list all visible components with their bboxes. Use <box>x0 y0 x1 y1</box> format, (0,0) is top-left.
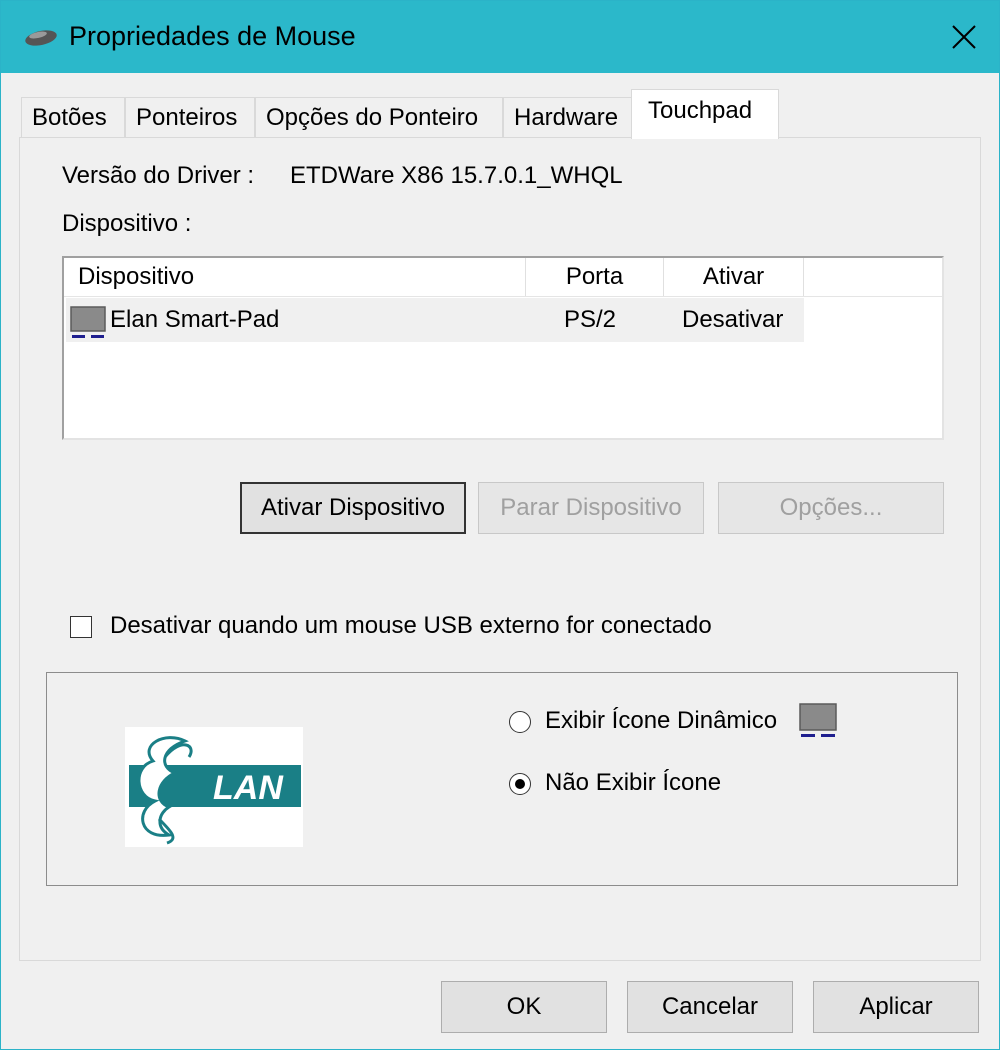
window-title: Propriedades de Mouse <box>69 21 356 51</box>
column-header-enable[interactable]: Ativar <box>664 258 804 296</box>
driver-version-value: ETDWare X86 15.7.0.1_WHQL <box>290 162 623 189</box>
tab-botoes[interactable]: Botões <box>21 97 125 137</box>
disable-on-usb-mouse-label[interactable]: Desativar quando um mouse USB externo fo… <box>110 612 712 640</box>
apply-button[interactable]: Aplicar <box>813 981 979 1033</box>
touchpad-icon <box>70 306 106 338</box>
options-button[interactable]: Opções... <box>718 482 944 534</box>
touchpad-page: Versão do Driver : ETDWare X86 15.7.0.1_… <box>19 137 981 961</box>
ok-button[interactable]: OK <box>441 981 607 1033</box>
icon-options-group: LAN Exibir Ícone Dinâmico Não Exibir Íco… <box>46 672 958 886</box>
hide-icon-label[interactable]: Não Exibir Ícone <box>545 769 721 797</box>
elan-logo: LAN <box>125 727 303 847</box>
show-dynamic-icon-label[interactable]: Exibir Ícone Dinâmico <box>545 707 777 735</box>
device-port-cell: PS/2 <box>564 306 617 333</box>
hide-icon-radio[interactable] <box>509 773 531 795</box>
column-header-port[interactable]: Porta <box>526 258 664 296</box>
show-dynamic-icon-radio[interactable] <box>509 711 531 733</box>
disable-on-usb-mouse-checkbox[interactable] <box>70 616 92 638</box>
device-name-cell: Elan Smart-Pad <box>110 306 280 333</box>
tab-hardware[interactable]: Hardware <box>503 97 633 137</box>
elan-logo-text: LAN <box>213 769 284 807</box>
elan-logo-graphic: LAN <box>129 736 301 845</box>
dynamic-touchpad-icon <box>799 703 837 737</box>
close-button[interactable] <box>929 1 999 73</box>
stop-device-button[interactable]: Parar Dispositivo <box>478 482 704 534</box>
mouse-icon <box>25 30 57 46</box>
device-list[interactable]: Dispositivo Porta Ativar Elan Smart-Pad … <box>62 256 944 440</box>
column-header-device[interactable]: Dispositivo <box>64 258 526 296</box>
device-list-header: Dispositivo Porta Ativar <box>64 258 942 297</box>
device-enable-cell: Desativar <box>682 306 784 333</box>
tab-opcoes-do-ponteiro[interactable]: Opções do Ponteiro <box>255 97 503 137</box>
tab-ponteiros[interactable]: Ponteiros <box>125 97 255 137</box>
activate-device-button[interactable]: Ativar Dispositivo <box>240 482 466 534</box>
table-row[interactable]: Elan Smart-Pad PS/2 Desativar <box>66 298 804 342</box>
driver-version-label: Versão do Driver : <box>62 162 255 189</box>
tab-touchpad[interactable]: Touchpad <box>631 89 779 139</box>
cancel-button[interactable]: Cancelar <box>627 981 793 1033</box>
title-bar[interactable]: Propriedades de Mouse <box>1 1 999 73</box>
device-section-label: Dispositivo : <box>62 210 192 237</box>
mouse-properties-dialog: Propriedades de Mouse Botões Ponteiros O… <box>0 0 1000 1050</box>
close-icon <box>952 25 976 49</box>
